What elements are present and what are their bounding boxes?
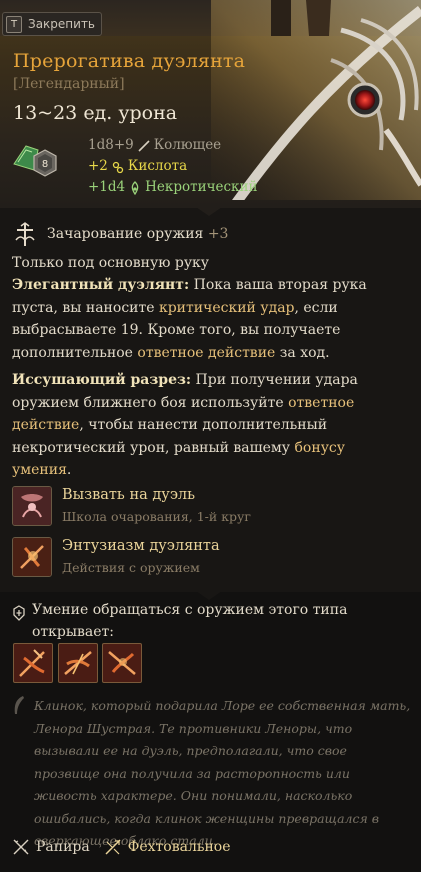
action-name: Энтузиазм дуэлянта xyxy=(62,538,220,554)
passive-desc: за ход. xyxy=(275,344,330,361)
item-rarity: [Легендарный] xyxy=(13,76,125,92)
damage-row-acid: +2 Кислота xyxy=(88,156,258,177)
damage-type: Кислота xyxy=(127,158,188,174)
proficiency-text: Умение обращаться с оружием этого типа о… xyxy=(32,602,348,640)
piercing-icon xyxy=(138,139,150,152)
damage-type: Колющее xyxy=(153,137,222,153)
section-divider xyxy=(196,207,222,216)
enchantment-bonus: +3 xyxy=(207,226,229,242)
spell-name: Вызвать на дуэль xyxy=(62,487,196,503)
mainhand-restriction: Только под основную руку xyxy=(12,255,210,271)
damage-breakdown: 1d8+9 Колющее +2 Кислота +1d4 Некротичес… xyxy=(88,135,258,198)
weapon-properties: Рапира Фехтовальное xyxy=(12,838,231,856)
enchantment-title: Зачарование оружия +3 xyxy=(47,226,228,242)
passive-name: Элегантный дуэлянт: xyxy=(12,277,190,293)
pin-hotkey: T xyxy=(6,15,22,33)
enchantment-name: Зачарование оружия xyxy=(47,226,204,242)
enchantment-die-value: 8 xyxy=(42,159,48,170)
weapon-action-icon xyxy=(108,651,136,675)
enchantment-die-icon: 8 xyxy=(13,145,57,177)
item-name: Прерогатива дуэлянта xyxy=(13,50,246,72)
pin-label: Закрепить xyxy=(28,17,96,31)
tooltip-header: T Закрепить Прерогатива дуэлянта [Легенд… xyxy=(0,0,421,208)
damage-dice: +2 xyxy=(88,158,108,174)
spell-school: Школа очарования, 1-й круг xyxy=(62,509,251,524)
finesse-icon xyxy=(105,839,121,855)
passive-elegant-duelist: Элегантный дуэлянт: Пока ваша вторая рук… xyxy=(12,274,407,364)
passive-desc: . xyxy=(66,462,72,478)
proficiency-action-2[interactable] xyxy=(58,643,98,683)
damage-type: Некротический xyxy=(145,179,258,195)
proficiency-action-3[interactable] xyxy=(102,643,142,683)
passive-withering-cut: Иссушающий разрез: При получении удара о… xyxy=(12,369,407,482)
weapon-action-icon xyxy=(19,649,45,677)
keyword-reaction[interactable]: ответное действие xyxy=(137,345,275,361)
lore-text: Клинок, который подарила Лоре ее собстве… xyxy=(34,698,411,848)
rapier-icon xyxy=(13,839,29,855)
weapon-type[interactable]: Рапира xyxy=(36,839,90,855)
item-tooltip: T Закрепить Прерогатива дуэлянта [Легенд… xyxy=(0,0,421,872)
weapon-enchantment-icon xyxy=(15,222,35,246)
pin-button[interactable]: T Закрепить xyxy=(2,12,103,36)
acid-icon xyxy=(112,161,124,173)
proficiency-action-1[interactable] xyxy=(13,643,53,683)
duellists-enthusiasm-icon xyxy=(12,537,52,577)
keyword-critical-hit[interactable]: критический удар xyxy=(159,300,295,316)
damage-dice: 1d8+9 xyxy=(88,137,134,153)
item-damage-range: 13~23 ед. урона xyxy=(13,102,178,124)
proficiency-icon xyxy=(13,605,25,621)
spell-compelled-duel[interactable]: Вызвать на дуэль Школа очарования, 1-й к… xyxy=(12,486,407,528)
damage-row-necrotic: +1d4 Некротический xyxy=(88,177,258,198)
passive-name: Иссушающий разрез: xyxy=(12,372,192,388)
weapon-action-icon xyxy=(64,651,92,675)
action-category: Действия с оружием xyxy=(62,560,200,575)
compelled-duel-icon xyxy=(12,486,52,526)
damage-row-piercing: 1d8+9 Колющее xyxy=(88,135,258,156)
quill-icon xyxy=(14,696,24,714)
action-duellists-enthusiasm[interactable]: Энтузиазм дуэлянта Действия с оружием xyxy=(12,537,407,579)
necrotic-icon xyxy=(131,180,139,195)
weapon-property[interactable]: Фехтовальное xyxy=(128,839,231,855)
damage-dice: +1d4 xyxy=(88,179,126,195)
